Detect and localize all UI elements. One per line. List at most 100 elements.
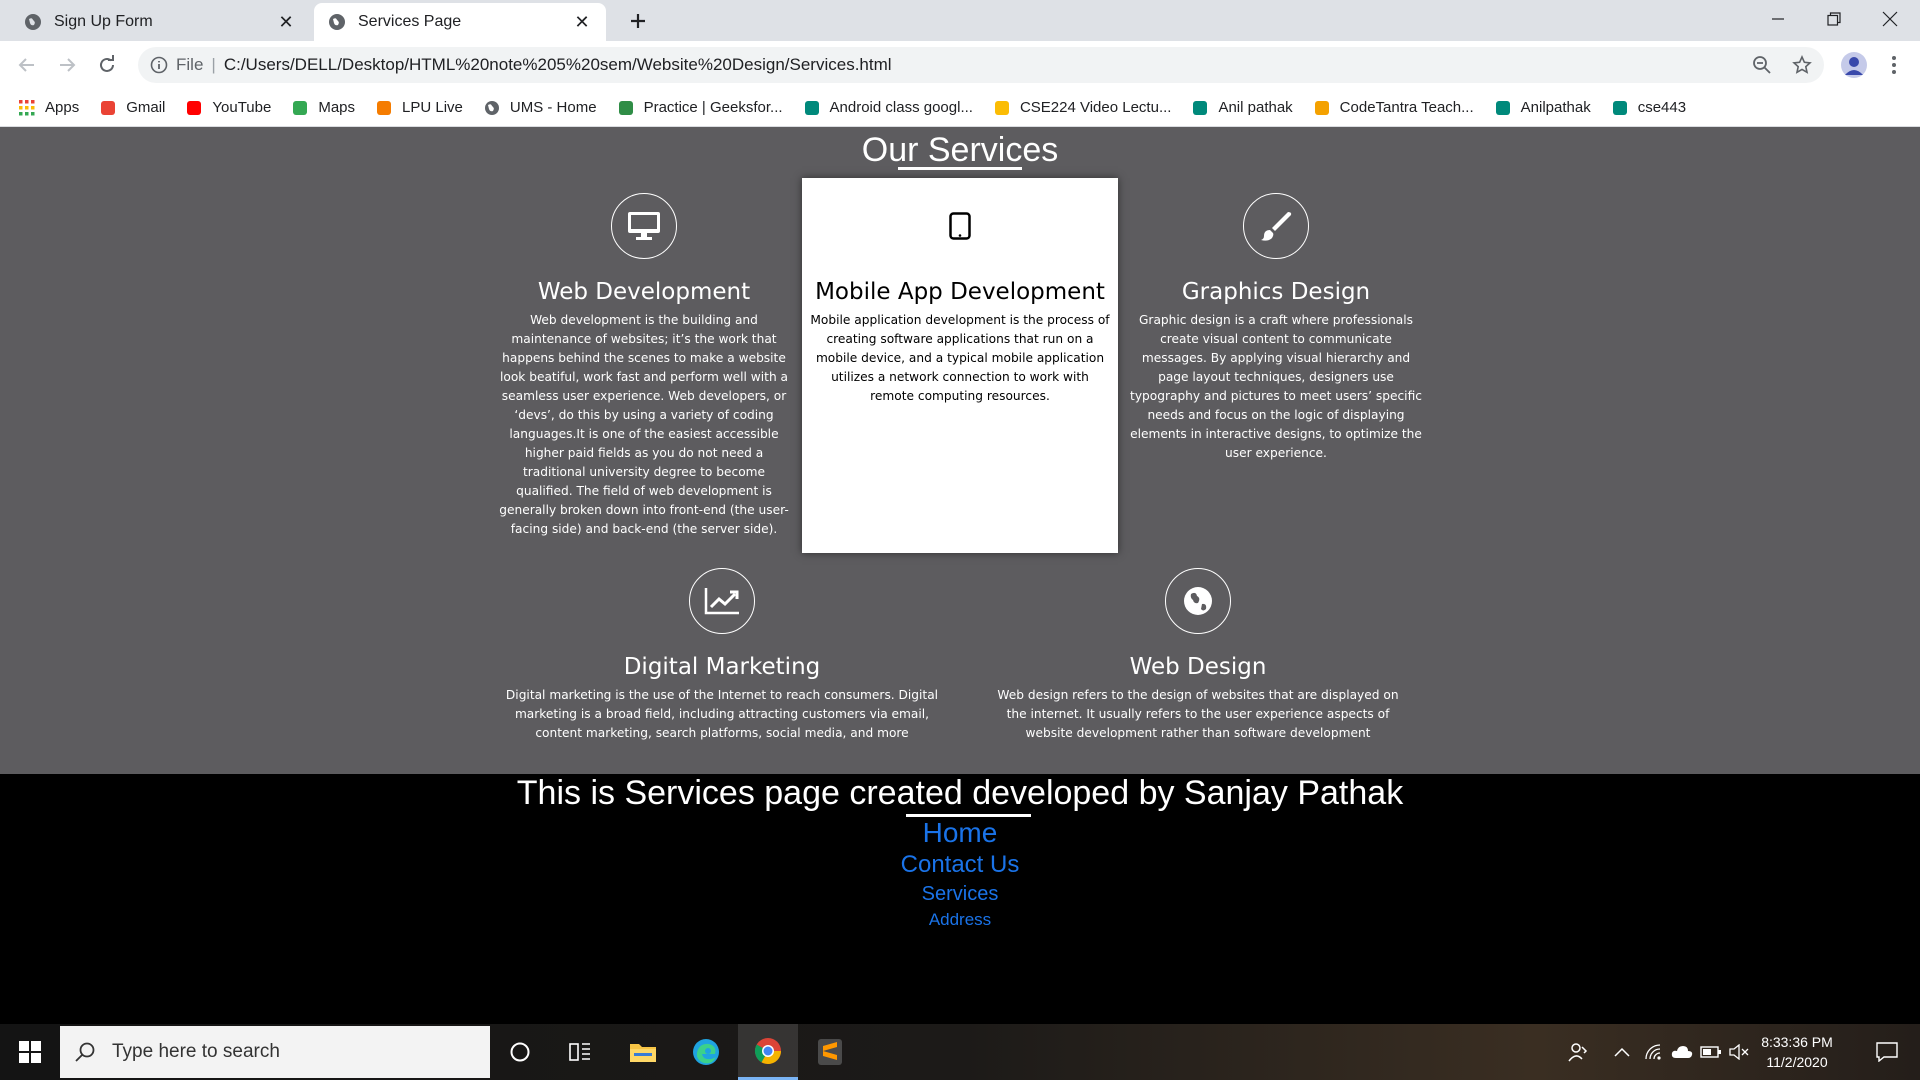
bookmark-practice-geeksfor[interactable]: Practice | Geeksfor...	[617, 99, 783, 117]
maps-icon	[291, 99, 309, 117]
service-card-web-development: Web Development Web development is the b…	[494, 193, 794, 539]
youtube-icon	[185, 99, 203, 117]
bookmark-maps[interactable]: Maps	[291, 99, 355, 117]
bookmark-codetantra-teach[interactable]: CodeTantra Teach...	[1313, 99, 1474, 117]
back-button[interactable]	[11, 49, 43, 81]
footer-link-home[interactable]: Home	[0, 817, 1920, 849]
footer-link-services[interactable]: Services	[0, 883, 1920, 906]
taskbar-search-box[interactable]: Type here to search	[60, 1026, 490, 1078]
footer-link-address[interactable]: Address	[0, 910, 1920, 930]
page-title: Our Services	[861, 131, 1059, 169]
bookmark-cse224-video-lectu[interactable]: CSE224 Video Lectu...	[993, 99, 1171, 117]
forward-button[interactable]	[51, 49, 83, 81]
arrow-left-icon	[18, 58, 34, 72]
reload-button[interactable]	[91, 49, 123, 81]
show-hidden-icons-button[interactable]	[1608, 1024, 1636, 1080]
bookmark-label: Anil pathak	[1218, 99, 1293, 116]
footer: This is Services page created developed …	[0, 774, 1920, 1024]
globe-icon	[329, 14, 345, 30]
bookmark-star-button[interactable]	[1786, 49, 1818, 81]
service-description: Web development is the building and main…	[499, 313, 789, 536]
bookmark-gmail[interactable]: Gmail	[99, 99, 165, 117]
bookmark-ums-home[interactable]: UMS - Home	[483, 99, 597, 117]
cortana-button[interactable]	[490, 1024, 550, 1080]
globe-icon	[1165, 568, 1231, 634]
address-bar[interactable]: File | C:/Users/DELL/Desktop/HTML%20note…	[138, 47, 1824, 83]
chrome-taskbar-button[interactable]	[738, 1024, 798, 1080]
restore-icon	[1827, 12, 1841, 26]
minimize-button[interactable]	[1750, 0, 1806, 38]
file-explorer-button[interactable]	[613, 1024, 673, 1080]
google-meet-icon	[1611, 99, 1629, 117]
zoom-button[interactable]	[1746, 49, 1778, 81]
start-button[interactable]	[0, 1024, 60, 1080]
tab-services-page[interactable]: Services Page ✕	[314, 3, 606, 41]
people-button[interactable]	[1562, 1024, 1594, 1080]
tablet-icon	[927, 193, 993, 259]
notifications-button[interactable]	[1862, 1024, 1912, 1080]
plus-icon	[631, 14, 645, 28]
service-card-digital-marketing: Digital Marketing Digital marketing is t…	[492, 568, 952, 743]
close-icon[interactable]: ✕	[276, 12, 296, 32]
service-title: Graphics Design	[1181, 279, 1371, 305]
zoom-icon	[1753, 56, 1771, 74]
web-page: Our Services Web Development Web develop…	[0, 127, 1920, 1024]
wifi-icon	[1645, 1044, 1661, 1060]
window-close-button[interactable]	[1862, 0, 1918, 38]
bookmark-youtube[interactable]: YouTube	[185, 99, 271, 117]
google-meet-icon	[1191, 99, 1209, 117]
reload-icon	[100, 55, 114, 72]
monitor-icon	[611, 193, 677, 259]
bookmark-lpu-live[interactable]: LPU Live	[375, 99, 463, 117]
clock-time: 8:33:36 PM	[1761, 1034, 1833, 1050]
footer-underline	[906, 814, 1031, 817]
bookmark-anil-pathak[interactable]: Anil pathak	[1191, 99, 1293, 117]
title-underline	[898, 167, 1022, 170]
onedrive-button[interactable]	[1668, 1024, 1696, 1080]
folder-icon	[630, 1044, 656, 1062]
cloud-icon	[1671, 1046, 1693, 1058]
google-meet-icon	[803, 99, 821, 117]
browser-toolbar: File | C:/Users/DELL/Desktop/HTML%20note…	[0, 41, 1920, 89]
bookmark-android-class-googl[interactable]: Android class googl...	[803, 99, 973, 117]
browser-menu-button[interactable]	[1878, 49, 1910, 81]
windows-logo-icon	[19, 1041, 41, 1063]
globe-icon	[483, 99, 501, 117]
service-description: Web design refers to the design of websi…	[997, 688, 1399, 740]
footer-link-contact-us[interactable]: Contact Us	[0, 851, 1920, 879]
tab-title: Sign Up Form	[54, 13, 153, 30]
search-placeholder: Type here to search	[112, 1041, 280, 1062]
scheme-label: File	[176, 55, 204, 74]
sublime-text-button[interactable]	[800, 1024, 860, 1080]
bookmark-apps[interactable]: Apps	[18, 99, 79, 117]
volume-button[interactable]	[1726, 1024, 1752, 1080]
bookmark-label: CodeTantra Teach...	[1339, 99, 1474, 116]
profile-avatar-button[interactable]	[1838, 49, 1870, 81]
service-card-web-design: Web Design Web design refers to the desi…	[986, 568, 1410, 743]
new-tab-button[interactable]	[622, 5, 654, 37]
lpu-live-icon	[375, 99, 393, 117]
bookmarks-bar: Apps Gmail YouTube Maps LPU Live UMS - Home Pr…	[0, 89, 1920, 127]
close-icon[interactable]: ✕	[572, 12, 592, 32]
restore-button[interactable]	[1806, 0, 1862, 38]
bookmark-label: Apps	[45, 99, 80, 116]
google-meet-icon	[1494, 99, 1512, 117]
url-text[interactable]: C:/Users/DELL/Desktop/HTML%20note%205%20…	[224, 55, 892, 75]
bookmark-anilpathak[interactable]: Anilpathak	[1494, 99, 1591, 117]
battery-icon	[1700, 1046, 1721, 1058]
paint-brush-icon	[1243, 193, 1309, 259]
notification-icon	[1876, 1042, 1898, 1062]
bookmark-label: Practice | Geeksfor...	[643, 99, 783, 116]
network-button[interactable]	[1640, 1024, 1668, 1080]
battery-button[interactable]	[1698, 1024, 1724, 1080]
service-card-graphics-design: Graphics Design Graphic design is a craf…	[1128, 193, 1424, 463]
people-icon	[1568, 1043, 1588, 1062]
avatar	[1841, 52, 1867, 78]
bookmark-label: LPU Live	[402, 99, 463, 116]
edge-browser-button[interactable]	[676, 1024, 736, 1080]
tab-sign-up-form[interactable]: Sign Up Form ✕	[10, 3, 310, 41]
bookmark-cse443[interactable]: cse443	[1611, 99, 1686, 117]
system-clock[interactable]: 8:33:36 PM 11/2/2020	[1752, 1032, 1842, 1072]
task-view-button[interactable]	[550, 1024, 610, 1080]
service-title: Mobile App Development	[815, 279, 1105, 305]
